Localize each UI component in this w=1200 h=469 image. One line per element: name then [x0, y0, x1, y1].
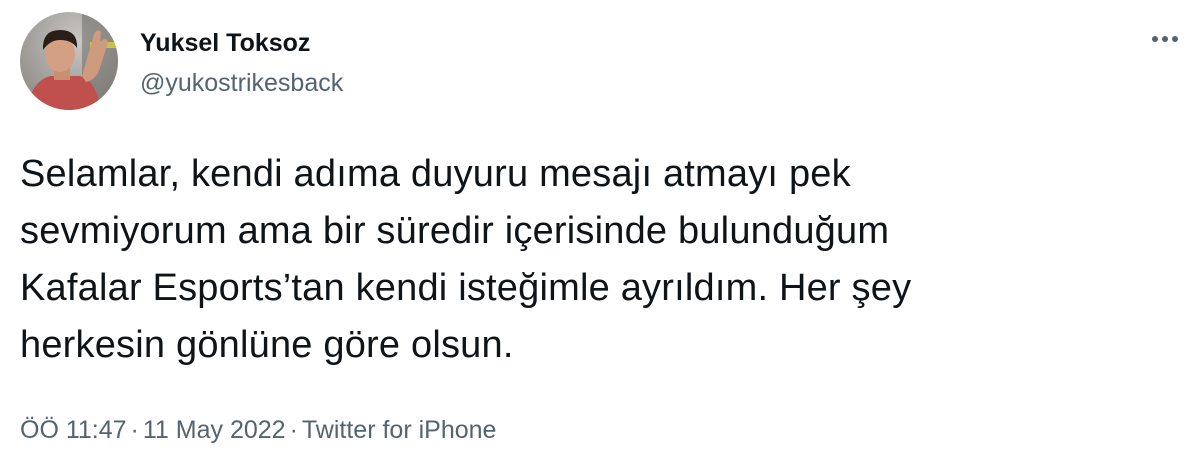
author-display-name[interactable]: Yuksel Toksoz — [140, 27, 310, 59]
more-options-button[interactable] — [1148, 24, 1182, 54]
tweet-text: Selamlar, kendi adıma duyuru mesajı atma… — [20, 153, 912, 366]
tweet-time[interactable]: ÖÖ 11:47 — [20, 416, 127, 444]
tweet-metadata: ÖÖ 11:47 · 11 May 2022 · Twitter for iPhone — [20, 413, 496, 447]
meta-separator: · — [289, 416, 298, 444]
author-handle[interactable]: @yukostrikesback — [140, 67, 343, 99]
tweet-card: Yuksel Toksoz @yukostrikesback Selamlar,… — [0, 0, 1200, 469]
profile-photo — [20, 12, 118, 110]
meta-separator: · — [130, 416, 139, 444]
avatar[interactable] — [20, 12, 118, 110]
more-horizontal-icon — [1152, 36, 1178, 42]
tweet-date[interactable]: 11 May 2022 — [143, 416, 286, 444]
tweet-source[interactable]: Twitter for iPhone — [302, 416, 497, 444]
